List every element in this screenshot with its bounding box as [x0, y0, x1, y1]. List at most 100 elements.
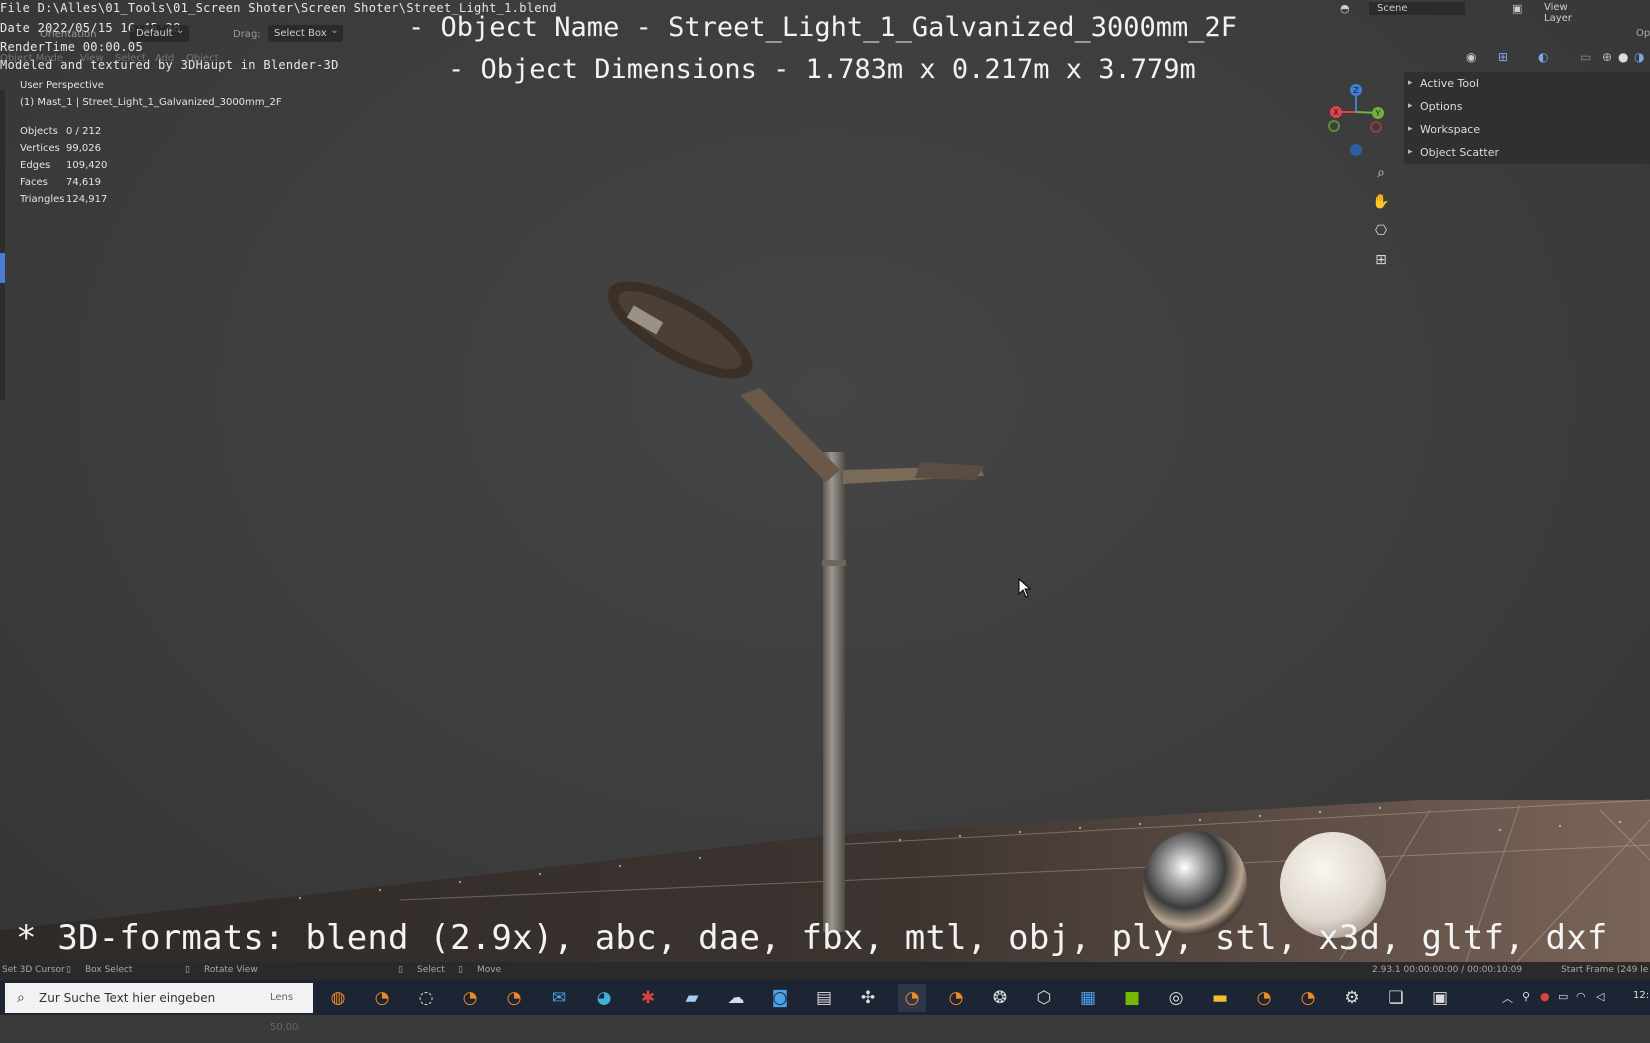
mouse-cursor-icon [1018, 578, 1032, 598]
edge-icon[interactable]: ◕ [590, 984, 618, 1012]
scene-icon: ◓ [1340, 2, 1350, 15]
app-chat-icon[interactable]: ◙ [766, 984, 794, 1012]
zoom-icon[interactable]: ⌕ [1367, 159, 1395, 187]
app-panda-icon[interactable]: ❂ [986, 984, 1014, 1012]
orientation-label: Orientation [40, 29, 97, 40]
status-box-select: Box Select [85, 965, 133, 975]
app-stack-icon[interactable]: ❏ [1382, 984, 1410, 1012]
solid-shading-icon[interactable]: ● [1618, 50, 1628, 64]
active-tool-indicator [0, 253, 5, 283]
windows-taskbar: ⌕ Zur Suche Text hier eingeben Lens 50.0… [0, 980, 1650, 1033]
start-frame: Start Frame (249 le [1561, 965, 1649, 975]
blender-icon[interactable]: ◔ [456, 984, 484, 1012]
drag-dropdown[interactable]: Select Box [268, 25, 343, 42]
blender-icon[interactable]: ◔ [1250, 984, 1278, 1012]
tray-wifi-icon[interactable]: ◠ [1576, 990, 1586, 1003]
blender-icon[interactable]: ◔ [1294, 984, 1322, 1012]
stat-row: Edges 109,420 [20, 160, 108, 171]
orientation-dropdown[interactable]: Default [130, 25, 189, 42]
stat-row: Faces 74,619 [20, 177, 101, 188]
app-ring-icon[interactable]: ◎ [1162, 984, 1190, 1012]
stat-row: Triangles 124,917 [20, 194, 108, 205]
app-circle-icon[interactable]: ◌ [412, 984, 440, 1012]
view-layer-icon: ▣ [1512, 2, 1523, 15]
menu-object[interactable]: Object [186, 53, 219, 64]
panel-workspace[interactable]: Workspace [1404, 118, 1650, 141]
toolbar-strip[interactable] [0, 90, 5, 400]
blender-active-icon[interactable]: ◔ [898, 984, 926, 1012]
x-axis-label: X [1333, 108, 1339, 117]
viewport-shading-buttons[interactable]: ◉ ⊞ ◐ ▭ ⊕ ● ◑ [1462, 50, 1650, 68]
settings-gear-icon[interactable]: ⚙ [1338, 984, 1366, 1012]
panel-object-scatter[interactable]: Object Scatter [1404, 141, 1650, 164]
status-select: Select [417, 965, 445, 975]
app-cloud-icon[interactable]: ☁ [722, 984, 750, 1012]
search-placeholder: Zur Suche Text hier eingeben [39, 991, 216, 1005]
mouse-middle-icon: ▯ [185, 965, 190, 975]
navigation-gizmo[interactable]: Z Y X [1316, 78, 1396, 158]
lens-readout: Lens 50.00 [270, 992, 299, 1033]
sidebar-n-panel[interactable]: Active Tool Options Workspace Object Sca… [1404, 72, 1650, 164]
xray-icon[interactable]: ▭ [1580, 50, 1591, 64]
status-set-cursor: Set 3D Cursor [2, 965, 65, 975]
formats-caption: * 3D-formats: blend (2.9x), abc, dae, fb… [16, 918, 1608, 958]
blender-icon[interactable]: ◔ [942, 984, 970, 1012]
calendar-icon[interactable]: ▦ [1074, 984, 1102, 1012]
app-window-icon[interactable]: ▣ [1426, 984, 1454, 1012]
panel-options[interactable]: Options [1404, 95, 1650, 118]
pan-hand-icon[interactable]: ✋ [1367, 188, 1395, 216]
menu-select[interactable]: Select [115, 53, 146, 64]
collection-label: (1) Mast_1 | Street_Light_1_Galvanized_3… [20, 97, 282, 108]
stat-row: Vertices 99,026 [20, 143, 101, 154]
blender-icon[interactable]: ◔ [500, 984, 528, 1012]
viewport-info: User Perspective (1) Mast_1 | Street_Lig… [20, 80, 282, 108]
scene-statistics: Objects 0 / 212 Vertices 99,026 Edges 109,4… [20, 126, 107, 211]
nvidia-icon[interactable]: ■ [1118, 984, 1146, 1012]
wireframe-shading-icon[interactable]: ⊕ [1602, 50, 1612, 64]
stat-row: Objects 0 / 212 [20, 126, 102, 137]
material-shading-icon[interactable]: ◑ [1634, 50, 1644, 64]
y-axis-label: Y [1375, 109, 1381, 118]
status-move: Move [477, 965, 502, 975]
firefox-icon[interactable]: ◍ [324, 984, 352, 1012]
file-explorer-icon[interactable]: ▬ [1206, 984, 1234, 1012]
cube-app-icon[interactable]: ⬡ [1030, 984, 1058, 1012]
blender-icon[interactable]: ◔ [368, 984, 396, 1012]
mode-dropdown[interactable]: Object Mode [0, 53, 63, 64]
tray-battery-icon[interactable]: ▭ [1558, 990, 1568, 1003]
mouse-left-icon: ▯ [398, 965, 403, 975]
terminal-icon[interactable]: ▤ [810, 984, 838, 1012]
app-tool-icon[interactable]: ✣ [854, 984, 882, 1012]
app-doc-icon[interactable]: ▰ [678, 984, 706, 1012]
3d-viewport[interactable]: File D:\Alles\01_Tools\01_Screen Shoter\… [0, 0, 1650, 980]
status-rotate-view: Rotate View [204, 965, 258, 975]
visibility-icon[interactable]: ◉ [1466, 50, 1476, 64]
object-dimensions-title: - Object Dimensions - 1.783m x 0.217m x … [448, 54, 1196, 85]
taskbar-search-box[interactable]: ⌕ Zur Suche Text hier eingeben Lens 50.0… [5, 983, 313, 1033]
status-bar: Set 3D Cursor ▯ Box Select ▯ Rotate View… [0, 962, 1650, 980]
panel-active-tool[interactable]: Active Tool [1404, 72, 1650, 95]
tray-antivirus-icon[interactable]: ● [1540, 990, 1550, 1003]
tray-chevron-icon[interactable]: ︿ [1502, 990, 1513, 1006]
menu-add[interactable]: Add [155, 53, 174, 64]
tray-volume-icon[interactable]: ◁ [1596, 990, 1604, 1003]
app-red-icon[interactable]: ✱ [634, 984, 662, 1012]
gizmo-toggle-icon[interactable]: ⊞ [1498, 50, 1508, 64]
perspective-label: User Perspective [20, 80, 104, 91]
overlay-toggle-icon[interactable]: ◐ [1538, 50, 1548, 64]
perspective-toggle-icon[interactable]: ⊞ [1367, 246, 1395, 274]
mouse-left-icon: ▯ [66, 965, 71, 975]
version-time: 2.93.1 00:00:00:00 / 00:00:10:09 [1372, 965, 1523, 975]
mail-icon[interactable]: ✉ [545, 984, 573, 1012]
mouse-right-icon: ▯ [458, 965, 463, 975]
menu-view[interactable]: View [80, 53, 104, 64]
camera-view-icon[interactable]: ⎔ [1367, 217, 1395, 245]
scene-selector[interactable]: Scene [1369, 2, 1465, 15]
search-icon: ⌕ [17, 990, 25, 1006]
options-button[interactable]: Op [1636, 28, 1650, 39]
view-layer-selector[interactable]: View Layer [1544, 2, 1572, 24]
tray-clock[interactable]: 12: [1633, 990, 1649, 1001]
drag-label: Drag: [233, 29, 261, 40]
tray-network-icon[interactable]: ⚲ [1522, 990, 1530, 1003]
z-axis-label: Z [1353, 86, 1359, 95]
